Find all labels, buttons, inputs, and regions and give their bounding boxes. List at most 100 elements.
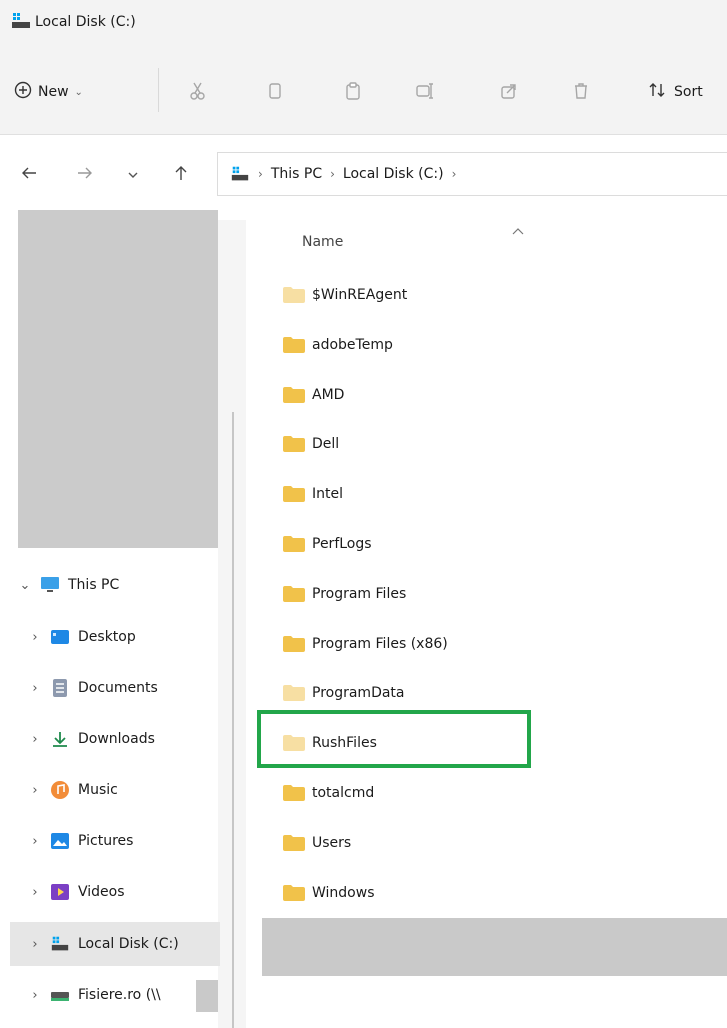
cut-button[interactable] xyxy=(184,78,214,108)
chevron-right-icon: › xyxy=(330,167,335,181)
back-button[interactable] xyxy=(14,160,44,190)
file-row[interactable]: totalcmd xyxy=(282,778,374,808)
folder-icon xyxy=(282,336,306,354)
breadcrumb-local-disk[interactable]: Local Disk (C:) xyxy=(343,166,444,182)
tree-item-label: Fisiere.ro (\\ xyxy=(78,987,161,1003)
tree-item-desktop[interactable]: › Desktop xyxy=(20,618,220,656)
pane-scrollbar[interactable] xyxy=(232,412,234,1028)
chevron-right-icon: › xyxy=(32,987,38,1003)
music-icon xyxy=(50,780,70,800)
download-icon xyxy=(50,729,70,749)
new-button[interactable]: New ⌄ xyxy=(8,78,89,106)
file-row[interactable]: Intel xyxy=(282,479,343,509)
sort-label: Sort xyxy=(674,84,703,100)
file-name: adobeTemp xyxy=(312,336,393,353)
chevron-right-icon: › xyxy=(32,731,38,747)
drive-icon xyxy=(50,934,70,954)
up-button[interactable] xyxy=(166,160,196,190)
scissors-icon xyxy=(189,81,209,105)
monitor-icon xyxy=(40,575,60,595)
sort-button[interactable]: Sort xyxy=(648,78,703,106)
arrow-right-icon xyxy=(76,164,94,186)
address-bar[interactable]: › This PC › Local Disk (C:) › xyxy=(217,152,727,196)
file-row[interactable]: PerfLogs xyxy=(282,529,372,559)
tree-item-local-disk[interactable]: › Local Disk (C:) xyxy=(10,922,220,966)
paste-button[interactable] xyxy=(338,78,368,108)
drive-icon xyxy=(10,10,32,32)
file-row[interactable]: Program Files (x86) xyxy=(282,629,448,659)
file-row[interactable]: Users xyxy=(282,828,351,858)
file-row[interactable]: Dell xyxy=(282,429,339,459)
tree-item-label: Desktop xyxy=(78,629,136,645)
folder-icon xyxy=(282,834,306,852)
folder-icon xyxy=(282,884,306,902)
sort-icon xyxy=(648,81,666,103)
plus-circle-icon xyxy=(14,81,32,103)
window-title: Local Disk (C:) xyxy=(35,14,136,30)
folder-icon xyxy=(282,485,306,503)
tree-item-this-pc[interactable]: ⌄ This PC xyxy=(10,566,220,604)
folder-icon xyxy=(282,435,306,453)
folder-icon xyxy=(282,784,306,802)
toolbar-separator xyxy=(158,68,159,112)
copy-icon xyxy=(265,81,285,105)
copy-button[interactable] xyxy=(260,78,290,108)
arrow-up-icon xyxy=(172,164,190,186)
chevron-right-icon: › xyxy=(32,680,38,696)
videos-icon xyxy=(50,882,70,902)
chevron-right-icon: › xyxy=(32,936,38,952)
chevron-right-icon: › xyxy=(258,167,263,181)
tree-item-label: Videos xyxy=(78,884,125,900)
trash-icon xyxy=(571,81,591,105)
highlight-box xyxy=(257,710,531,768)
redacted-area xyxy=(196,980,218,1012)
pictures-icon xyxy=(50,831,70,851)
breadcrumb-this-pc[interactable]: This PC xyxy=(271,166,322,182)
folder-icon xyxy=(282,286,306,304)
tree-item-label: Music xyxy=(78,782,118,798)
file-row[interactable]: ProgramData xyxy=(282,678,405,708)
recent-locations-button[interactable] xyxy=(118,160,148,190)
folder-icon xyxy=(282,635,306,653)
tree-item-downloads[interactable]: › Downloads xyxy=(20,720,220,758)
file-row[interactable]: Windows xyxy=(282,878,375,908)
chevron-down-icon xyxy=(127,166,139,185)
redacted-area xyxy=(18,210,218,548)
chevron-down-icon: ⌄ xyxy=(74,86,83,98)
tree-item-documents[interactable]: › Documents xyxy=(20,669,220,707)
folder-icon xyxy=(282,585,306,603)
rename-button[interactable] xyxy=(410,78,440,108)
chevron-right-icon: › xyxy=(32,629,38,645)
tree-item-label: Pictures xyxy=(78,833,134,849)
file-name: PerfLogs xyxy=(312,536,372,552)
tree-item-label: Local Disk (C:) xyxy=(78,936,179,952)
file-name: totalcmd xyxy=(312,785,375,801)
file-name: Program Files xyxy=(312,585,407,602)
delete-button[interactable] xyxy=(566,78,596,108)
folder-icon xyxy=(282,684,306,702)
column-header-name[interactable]: Name xyxy=(302,234,343,250)
chevron-right-icon: › xyxy=(32,782,38,798)
file-row[interactable]: AMD xyxy=(282,380,344,410)
network-drive-icon xyxy=(50,985,70,1005)
file-name: AMD xyxy=(312,386,345,403)
rename-icon xyxy=(415,81,435,105)
file-row[interactable]: Program Files xyxy=(282,579,406,609)
file-name: ProgramData xyxy=(312,685,405,702)
file-name: Intel xyxy=(312,486,343,503)
tree-item-network-drive[interactable]: › Fisiere.ro (\\ xyxy=(20,976,220,1014)
forward-button[interactable] xyxy=(70,160,100,190)
tree-item-music[interactable]: › Music xyxy=(20,771,220,809)
tree-item-pictures[interactable]: › Pictures xyxy=(20,822,220,860)
share-icon xyxy=(499,81,519,105)
drive-icon xyxy=(230,164,250,184)
desktop-icon xyxy=(50,627,70,647)
file-name: Windows xyxy=(312,884,375,901)
share-button[interactable] xyxy=(494,78,524,108)
tree-item-videos[interactable]: › Videos xyxy=(20,873,220,911)
sort-ascending-icon xyxy=(512,224,524,238)
arrow-left-icon xyxy=(20,164,38,186)
chevron-right-icon: › xyxy=(32,884,38,900)
file-row[interactable]: adobeTemp xyxy=(282,330,393,360)
file-row[interactable]: $WinREAgent xyxy=(282,280,407,310)
